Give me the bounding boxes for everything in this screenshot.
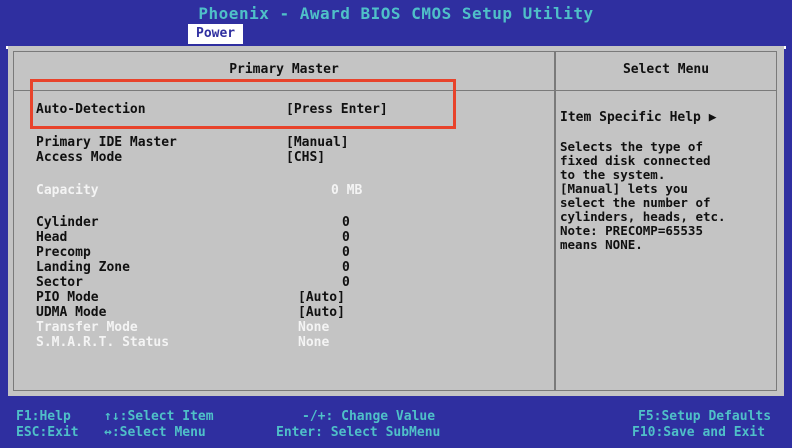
setting-value[interactable]: 0 bbox=[342, 260, 350, 275]
key-select-item: ↑↓:Select Item bbox=[104, 409, 214, 424]
setting-label: Transfer Mode bbox=[36, 320, 138, 335]
key-help: F1:Help bbox=[16, 409, 71, 424]
key-legend-bar: F1:Help ESC:Exit ↑↓:Select Item ↔:Select… bbox=[0, 404, 792, 448]
setting-value[interactable]: [Auto] bbox=[298, 305, 345, 320]
setting-label: Cylinder bbox=[36, 215, 99, 230]
setting-value: None bbox=[298, 335, 330, 350]
help-text-line: cylinders, heads, etc. bbox=[560, 209, 726, 224]
setting-label: Landing Zone bbox=[36, 260, 130, 275]
setting-value[interactable]: 0 bbox=[342, 230, 350, 245]
help-text-line: to the system. bbox=[560, 167, 666, 182]
help-text-line: means NONE. bbox=[560, 237, 643, 252]
help-panel-title: Select Menu bbox=[622, 62, 710, 77]
help-text-line: Selects the type of bbox=[560, 139, 703, 154]
tab-power[interactable]: Power bbox=[188, 24, 244, 44]
column-divider bbox=[554, 52, 556, 390]
key-exit: ESC:Exit bbox=[16, 425, 79, 440]
key-setup-defaults: F5:Setup Defaults bbox=[638, 409, 772, 424]
setting-value[interactable]: 0 bbox=[342, 275, 350, 290]
setting-value[interactable]: [CHS] bbox=[286, 150, 325, 165]
setting-label: Access Mode bbox=[36, 150, 123, 165]
setting-value[interactable]: 0 bbox=[342, 215, 350, 230]
key-select-submenu: Enter: Select SubMenu bbox=[276, 425, 441, 440]
setting-value[interactable]: 0 bbox=[342, 245, 350, 260]
setting-label: Capacity bbox=[36, 183, 99, 198]
app-title: Phoenix - Award BIOS CMOS Setup Utility bbox=[198, 4, 594, 23]
key-change-value: -/+: Change Value bbox=[302, 409, 436, 424]
setting-label: S.M.A.R.T. Status bbox=[36, 335, 170, 350]
setting-value[interactable]: [Manual] bbox=[286, 135, 349, 150]
highlight-box bbox=[30, 79, 456, 129]
help-text-line: [Manual] lets you bbox=[560, 181, 688, 196]
key-save-exit: F10:Save and Exit bbox=[632, 425, 766, 440]
setting-label: PIO Mode bbox=[36, 290, 99, 305]
help-text-line: fixed disk connected bbox=[560, 153, 711, 168]
help-text-line: Note: PRECOMP=65535 bbox=[560, 223, 703, 238]
setting-label: Primary IDE Master bbox=[36, 135, 177, 150]
setting-label: UDMA Mode bbox=[36, 305, 107, 320]
setting-label: Sector bbox=[36, 275, 83, 290]
setting-value[interactable]: [Auto] bbox=[298, 290, 345, 305]
setting-label: Precomp bbox=[36, 245, 91, 260]
help-heading: Item Specific Help ▶ bbox=[560, 110, 717, 125]
setting-value: 0 MB bbox=[331, 183, 363, 198]
key-select-menu: ↔:Select Menu bbox=[104, 425, 206, 440]
submenu-title: Primary Master bbox=[229, 62, 339, 77]
setting-value: None bbox=[298, 320, 330, 335]
setting-label: Head bbox=[36, 230, 68, 245]
help-text-line: select the number of bbox=[560, 195, 711, 210]
